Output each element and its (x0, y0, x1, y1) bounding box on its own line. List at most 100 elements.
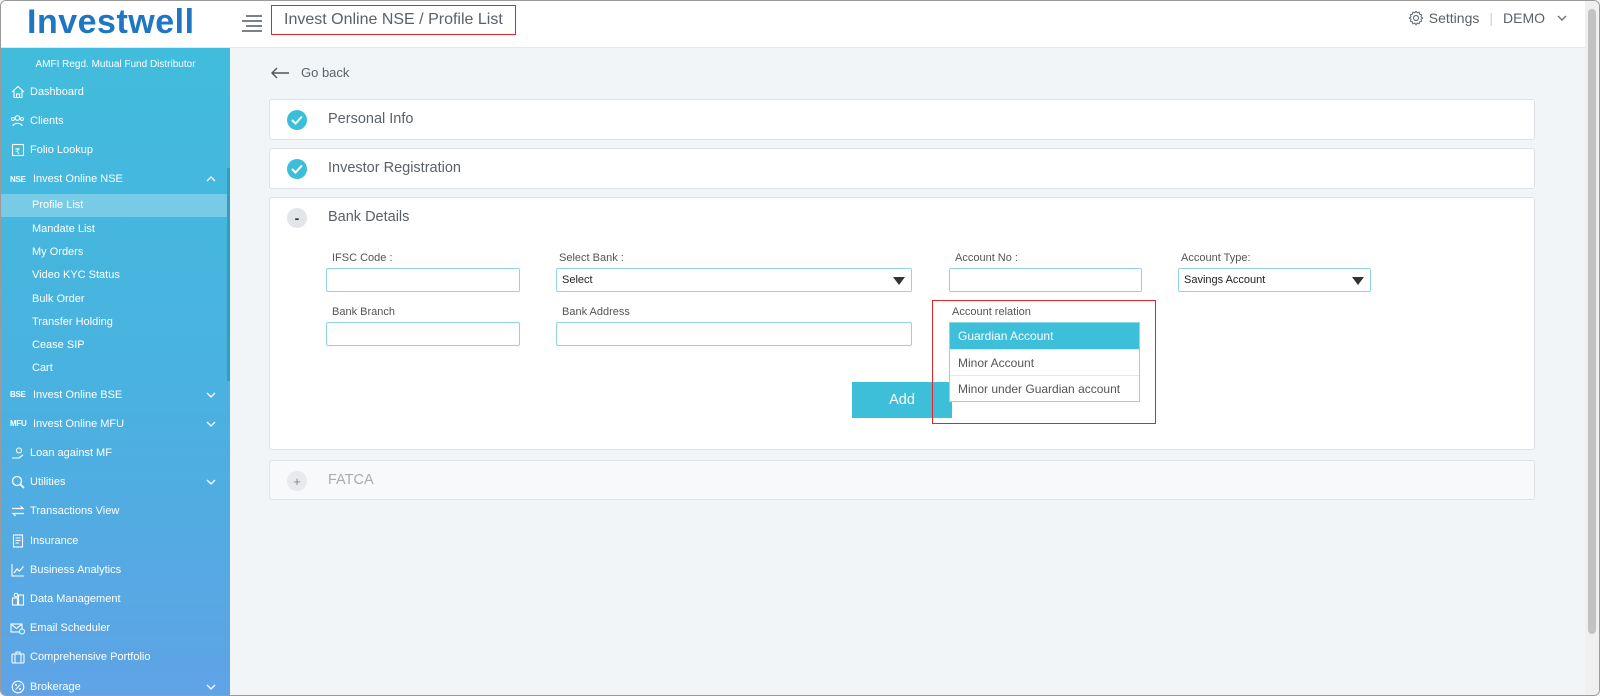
sidebar-subitem-cart[interactable]: Cart (1, 357, 230, 380)
sidebar-item-email-scheduler[interactable]: Email Scheduler (1, 614, 230, 643)
top-bar: Investwell Invest Online NSE / Profile L… (1, 1, 1599, 48)
section-bank-details: - Bank Details IFSC Code : Select Bank :… (269, 197, 1535, 450)
account-type-value: Savings Account (1184, 274, 1266, 286)
check-circle-icon (287, 110, 307, 130)
sidebar-subitem-bulk-order[interactable]: Bulk Order (1, 287, 230, 310)
sidebar-subitem-label: Profile List (32, 199, 84, 212)
bank-address-label: Bank Address (562, 306, 630, 318)
sidebar-item-invest-online-bse[interactable]: BSE Invest Online BSE (1, 380, 230, 409)
sidebar-subitem-video-kyc-status[interactable]: Video KYC Status (1, 264, 230, 287)
user-menu[interactable]: DEMO (1503, 10, 1545, 26)
option-guardian-account[interactable]: Guardian Account (950, 323, 1139, 349)
check-circle-icon (287, 159, 307, 179)
option-minor-under-guardian[interactable]: Minor under Guardian account (950, 375, 1139, 401)
section-title: Bank Details (328, 209, 410, 225)
users-icon (10, 113, 25, 128)
sidebar-item-utilities[interactable]: Utilities (1, 468, 230, 497)
sidebar-scroll-indicator[interactable] (227, 168, 230, 381)
sidebar-subitem-cease-sip[interactable]: Cease SIP (1, 334, 230, 357)
ifsc-input[interactable] (326, 268, 520, 292)
sidebar-subitem-label: Mandate List (32, 222, 95, 235)
sidebar-item-transactions-view[interactable]: Transactions View (1, 497, 230, 526)
settings-link[interactable]: Settings (1429, 10, 1480, 26)
folio-icon: ₹ (10, 142, 25, 157)
sidebar-item-brokerage[interactable]: Brokerage (1, 672, 230, 695)
go-back-label: Go back (301, 65, 350, 80)
option-minor-account[interactable]: Minor Account (950, 349, 1139, 375)
sidebar-subitem-label: Cease SIP (32, 339, 85, 352)
sidebar-item-label: Utilities (30, 476, 66, 489)
sidebar-subitem-label: My Orders (32, 245, 84, 258)
account-type-dropdown[interactable]: Savings Account (1178, 268, 1371, 292)
account-relation-label: Account relation (952, 306, 1031, 318)
sidebar-item-clients[interactable]: Clients (1, 106, 230, 135)
sidebar-item-label: Invest Online MFU (33, 417, 125, 430)
sidebar-item-loan-against-mf[interactable]: Loan against MF (1, 439, 230, 468)
sidebar-item-comprehensive-portfolio[interactable]: Comprehensive Portfolio (1, 643, 230, 672)
sidebar-subtitle: AMFI Regd. Mutual Fund Distributor (35, 59, 196, 70)
nse-tag-icon: NSE (10, 174, 26, 184)
expand-icon[interactable]: + (287, 471, 307, 491)
investwell-logo[interactable]: Investwell (27, 3, 195, 42)
divider: | (1489, 10, 1493, 26)
sidebar-item-invest-online-mfu[interactable]: MFU Invest Online MFU (1, 409, 230, 438)
section-investor-registration: Investor Registration (269, 148, 1535, 189)
account-type-label: Account Type: (1181, 252, 1251, 264)
account-no-input[interactable] (949, 268, 1142, 292)
chevron-up-icon (206, 176, 216, 182)
section-header[interactable]: Investor Registration (270, 149, 1534, 189)
section-personal-info: Personal Info (269, 99, 1535, 140)
select-bank-dropdown[interactable]: Select (556, 268, 912, 292)
account-no-label: Account No : (955, 252, 1018, 264)
scrollbar-thumb[interactable] (1588, 9, 1596, 634)
menu-toggle-icon[interactable] (242, 13, 262, 33)
insurance-icon (10, 533, 25, 548)
account-relation-listbox[interactable]: Guardian Account Minor Account Minor und… (949, 322, 1140, 402)
bank-address-input[interactable] (556, 322, 912, 346)
chevron-down-icon (206, 392, 216, 398)
sidebar-item-business-analytics[interactable]: Business Analytics (1, 555, 230, 584)
bank-branch-label: Bank Branch (332, 306, 395, 318)
collapse-icon[interactable]: - (287, 208, 307, 228)
go-back-link[interactable]: Go back (270, 65, 349, 80)
sidebar-item-dashboard[interactable]: Dashboard (1, 77, 230, 106)
bse-tag-icon: BSE (10, 390, 26, 400)
select-bank-value: Select (562, 274, 593, 286)
add-button[interactable]: Add (852, 382, 952, 418)
sidebar-subitem-label: Cart (32, 362, 53, 375)
sidebar-item-data-management[interactable]: Data Management (1, 584, 230, 613)
sidebar-item-invest-online-nse[interactable]: NSE Invest Online NSE (1, 165, 230, 194)
sidebar-subitem-transfer-holding[interactable]: Transfer Holding (1, 310, 230, 333)
chevron-down-icon[interactable] (1557, 13, 1567, 23)
section-header[interactable]: Personal Info (270, 100, 1534, 140)
database-icon (10, 592, 25, 607)
sidebar-subitem-label: Bulk Order (32, 292, 85, 305)
sidebar-subitem-my-orders[interactable]: My Orders (1, 240, 230, 263)
sidebar-item-label: Dashboard (30, 85, 84, 98)
sidebar-item-folio-lookup[interactable]: ₹ Folio Lookup (1, 135, 230, 164)
sidebar-item-label: Loan against MF (30, 447, 112, 460)
section-title: Investor Registration (328, 160, 461, 176)
gear-icon[interactable] (1408, 10, 1424, 26)
breadcrumb: Invest Online NSE / Profile List (271, 5, 516, 35)
section-title: Personal Info (328, 111, 414, 127)
bank-branch-input[interactable] (326, 322, 520, 346)
arrow-left-icon (271, 67, 289, 78)
sidebar-item-insurance[interactable]: Insurance (1, 526, 230, 555)
sidebar-item-label: Insurance (30, 534, 79, 547)
portfolio-icon (10, 650, 25, 665)
top-right-controls: Settings | DEMO (1408, 10, 1567, 26)
transactions-icon (10, 504, 25, 519)
section-header[interactable]: + FATCA (270, 461, 1534, 501)
section-fatca: + FATCA (269, 460, 1535, 500)
vertical-scrollbar[interactable] (1585, 1, 1599, 695)
sidebar-subitem-mandate-list[interactable]: Mandate List (1, 217, 230, 240)
sidebar-subitem-profile-list[interactable]: Profile List (1, 193, 230, 218)
sidebar: AMFI Regd. Mutual Fund Distributor Dashb… (1, 48, 230, 695)
chevron-down-icon (206, 684, 216, 690)
sidebar-item-label: Invest Online BSE (33, 388, 123, 401)
sidebar-nav: Dashboard Clients ₹ Folio Lookup NSE Inv… (1, 77, 230, 695)
email-icon (10, 621, 25, 636)
sidebar-item-label: Folio Lookup (30, 143, 93, 156)
section-header[interactable]: - Bank Details (270, 198, 1534, 238)
